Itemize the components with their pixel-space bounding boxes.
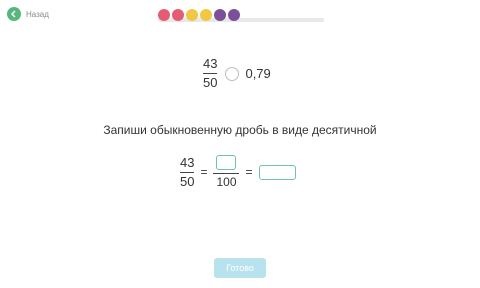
decimal-value: 0,79 — [245, 66, 271, 81]
equation-row: 43 50 = 100 = — [180, 155, 296, 189]
back-label: Назад — [26, 9, 49, 19]
progress-dot — [186, 9, 198, 21]
progress-track — [158, 18, 324, 22]
progress-dot — [158, 9, 170, 21]
fraction: 43 50 — [180, 154, 195, 189]
progress-dot — [214, 9, 226, 21]
comparison-row: 43 50 0,79 — [203, 57, 271, 90]
ready-button[interactable]: Готово — [214, 258, 266, 278]
fraction-numerator: 43 — [203, 56, 218, 71]
hundredths-fraction: 100 — [213, 155, 240, 189]
chevron-left-icon — [7, 7, 21, 21]
comparison-sign-slot[interactable] — [225, 66, 240, 81]
numerator-input[interactable] — [216, 155, 237, 170]
fraction-bar — [213, 173, 240, 174]
task-instruction: Запиши обыкновенную дробь в виде десятич… — [103, 123, 377, 137]
back-button[interactable]: Назад — [7, 6, 49, 22]
fraction: 43 50 — [203, 56, 218, 90]
fraction-denominator: 50 — [180, 173, 195, 189]
progress-dot — [200, 9, 212, 21]
decimal-answer-input[interactable] — [258, 164, 296, 180]
progress-indicator — [158, 8, 324, 22]
fraction-bar — [180, 171, 195, 173]
progress-dot — [172, 9, 184, 21]
fraction-denominator: 100 — [216, 175, 237, 189]
equals-sign: = — [245, 165, 253, 179]
fraction-numerator: 43 — [180, 154, 195, 170]
fraction-bar — [203, 73, 218, 74]
equals-sign: = — [200, 165, 208, 179]
progress-dot — [228, 9, 240, 21]
fraction-denominator: 50 — [203, 75, 218, 90]
